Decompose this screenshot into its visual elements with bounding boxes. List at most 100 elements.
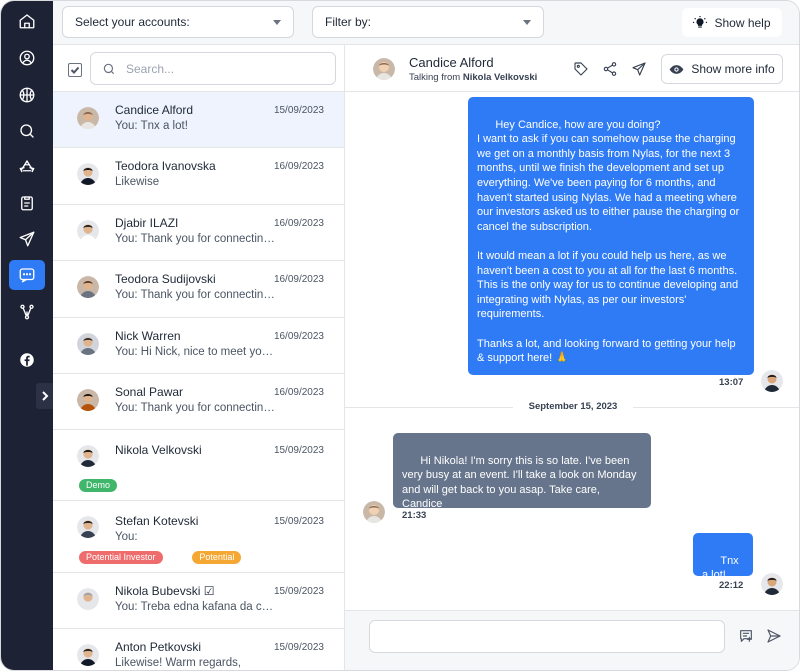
graph-icon[interactable] <box>9 297 45 327</box>
add-reaction-icon[interactable] <box>733 356 746 398</box>
recycle-icon[interactable] <box>9 152 45 182</box>
conversation-name: Djabir ILAZI <box>115 216 179 230</box>
search-input[interactable] <box>126 61 306 76</box>
avatar <box>77 276 99 298</box>
avatar <box>77 588 99 610</box>
conversation-item[interactable]: Djabir ILAZI 16/09/2023 You: Thank you for… <box>53 205 344 261</box>
avatar <box>77 220 99 242</box>
conversation-item[interactable]: Sonal Pawar 16/09/2023 You: Thank you for … <box>53 374 344 430</box>
lightbulb-icon <box>693 15 708 28</box>
show-help-label: Show help <box>714 15 771 30</box>
conversation-date: 15/09/2023 <box>273 445 324 456</box>
caret-down-icon <box>273 19 281 25</box>
talking-from-prefix: Talking from <box>409 72 461 83</box>
conversation-preview: You: Thank you for connecting ... <box>115 289 275 301</box>
filter-select-label: Filter by: <box>325 15 372 29</box>
conversation-item[interactable]: Stefan Kotevski 15/09/2023 You: Potential I… <box>53 501 344 573</box>
conversation-preview: You: <box>115 531 138 543</box>
conversation-name: Anton Petkovski <box>115 640 202 654</box>
message-composer <box>345 610 799 670</box>
send-message-icon[interactable] <box>766 628 782 644</box>
avatar <box>77 516 99 538</box>
add-reaction-icon[interactable] <box>732 557 745 599</box>
conversation-preview: You: Treba edna kafana da cas... <box>115 601 275 613</box>
avatar <box>77 389 99 411</box>
conversation-name: Nikola Velkovski <box>115 443 202 457</box>
avatar <box>77 445 99 467</box>
message-time: 21:33 <box>402 510 427 521</box>
conversation-date: 16/09/2023 <box>273 387 324 398</box>
select-all-checkbox[interactable] <box>68 63 82 77</box>
basketball-icon[interactable] <box>9 80 45 110</box>
search-icon[interactable] <box>9 116 45 146</box>
message-input[interactable] <box>369 620 725 653</box>
contact-avatar[interactable] <box>373 58 395 80</box>
message-bubble-incoming[interactable]: Hi Nikola! I'm sorry this is so late. I'… <box>393 433 651 531</box>
facebook-icon[interactable] <box>9 345 45 375</box>
conversation-item[interactable]: Nikola Velkovski 15/09/2023 Demo <box>53 430 344 501</box>
conversation-item[interactable]: Teodora Ivanovska 16/09/2023 Likewise <box>53 148 344 205</box>
conversation-date: 15/09/2023 <box>273 105 324 116</box>
share-icon[interactable] <box>602 61 618 77</box>
date-separator: September 15, 2023 <box>513 401 633 412</box>
top-bar: Select your accounts: Filter by: Show he… <box>53 1 799 45</box>
conversation-item[interactable]: Candice Alford 15/09/2023 You: Tnx a lot! <box>53 92 344 148</box>
conversation-preview: You: Thank you for connecting ... <box>115 233 275 245</box>
tag-icon[interactable] <box>573 61 589 77</box>
avatar <box>77 107 99 129</box>
conversation-name: Nick Warren <box>115 329 181 343</box>
conversation-preview: Likewise <box>115 176 160 188</box>
conversation-item[interactable]: Anton Petkovski 15/09/2023 Likewise! Warm … <box>53 629 344 670</box>
conversation-item[interactable]: Teodora Sudijovski 16/09/2023 You: Thank y… <box>53 261 344 318</box>
icon-sidebar <box>1 1 53 670</box>
add-reaction-icon[interactable] <box>630 489 643 531</box>
filter-select[interactable]: Filter by: <box>312 6 544 38</box>
chat-icon[interactable] <box>9 260 45 290</box>
search-icon <box>103 63 115 74</box>
conversation-item[interactable]: Nick Warren 16/09/2023 You: Hi Nick, nice … <box>53 318 344 374</box>
conversation-items: Candice Alford 15/09/2023 You: Tnx a lot! T… <box>53 92 344 670</box>
avatar <box>77 163 99 185</box>
home-icon[interactable] <box>9 6 45 36</box>
clipboard-icon[interactable] <box>9 188 45 218</box>
search-box <box>90 52 336 85</box>
chat-pane: Candice Alford Talking from Nikola Velko… <box>345 45 799 670</box>
conversation-preview: Likewise! Warm regards, <box>115 657 242 669</box>
conversation-item[interactable]: Nikola Bubevski ☑ 15/09/2023 You: Treba ed… <box>53 573 344 629</box>
message-bubble-outgoing[interactable]: Tnx a lot! <box>693 533 753 599</box>
user-icon[interactable] <box>9 43 45 73</box>
show-help-button[interactable]: Show help <box>682 8 782 37</box>
eye-icon <box>669 64 684 74</box>
conversation-name: Sonal Pawar <box>115 385 184 399</box>
sidebar-collapse-toggle[interactable] <box>36 383 53 409</box>
chat-header: Candice Alford Talking from Nikola Velko… <box>345 45 799 92</box>
template-message-icon[interactable] <box>738 628 754 644</box>
conversation-date: 15/09/2023 <box>273 642 324 653</box>
conversation-date: 15/09/2023 <box>273 586 324 597</box>
conversation-date: 16/09/2023 <box>273 274 324 285</box>
message-bubble-outgoing[interactable]: Hey Candice, how are you doing? I want t… <box>468 97 754 398</box>
talking-from-name: Nikola Velkovski <box>462 72 538 83</box>
conversation-date: 16/09/2023 <box>273 331 324 342</box>
conversation-name: Stefan Kotevski <box>115 514 199 528</box>
show-more-info-button[interactable]: Show more info <box>661 54 783 84</box>
message-time: 13:07 <box>719 377 744 388</box>
list-header <box>53 45 344 92</box>
send-icon[interactable] <box>9 224 45 254</box>
conversation-name: Candice Alford <box>115 103 194 117</box>
conversation-preview: You: Hi Nick, nice to meet you. ... <box>115 346 275 358</box>
sender-avatar <box>761 370 783 392</box>
contact-avatar-small <box>363 501 385 523</box>
conversation-name: Nikola Bubevski ☑ <box>115 584 215 598</box>
send-icon[interactable] <box>631 61 647 77</box>
tag-badge[interactable]: Potential <box>192 551 242 564</box>
tag-badge[interactable]: Potential Investor <box>79 551 163 564</box>
accounts-select[interactable]: Select your accounts: <box>62 6 294 38</box>
tag-badge[interactable]: Demo <box>79 479 118 492</box>
conversation-preview: You: Thank you for connecting ... <box>115 402 275 414</box>
conversation-name: Teodora Ivanovska <box>115 159 216 173</box>
talking-from: Talking from Nikola Velkovski <box>409 72 537 83</box>
conversation-name: Teodora Sudijovski <box>115 272 216 286</box>
contact-name: Candice Alford <box>409 55 494 70</box>
conversation-date: 16/09/2023 <box>273 161 324 172</box>
